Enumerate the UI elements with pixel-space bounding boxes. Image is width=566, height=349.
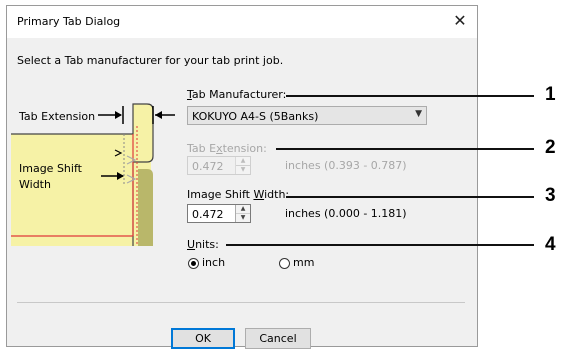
image-shift-width-range: inches (0.000 - 1.181) <box>285 207 407 220</box>
image-shift-width-value: 0.472 <box>192 208 224 221</box>
tab-illustration <box>11 103 175 246</box>
callout-number-2: 2 <box>545 137 556 158</box>
callout-number-1: 1 <box>545 84 556 105</box>
tab-ext-arrowhead-left <box>115 111 122 119</box>
illus-image-shift-label-1: Image Shift <box>19 162 82 175</box>
callout-line-2 <box>276 148 534 150</box>
tab-extension-value: 0.472 <box>192 160 224 173</box>
ok-button[interactable]: OK <box>171 328 235 349</box>
spin-up-icon[interactable]: ▲ <box>236 157 250 166</box>
cancel-button[interactable]: Cancel <box>245 328 311 349</box>
units-label: Units: <box>187 238 219 251</box>
footer-divider <box>17 302 465 303</box>
callout-number-4: 4 <box>545 234 556 255</box>
tab-ext-arrowhead-right <box>155 111 162 119</box>
inch-radio[interactable] <box>188 258 199 269</box>
tab-manufacturer-label: Tab Manufacturer: <box>187 88 287 101</box>
spin-up-icon[interactable]: ▲ <box>236 205 250 214</box>
spin-down-icon[interactable]: ▼ <box>236 214 250 222</box>
tab-extension-label: Tab Extension: <box>187 142 267 155</box>
inch-radio-label[interactable]: inch <box>202 256 225 269</box>
image-shift-width-stepper[interactable]: 0.472 ▲ ▼ <box>187 204 251 223</box>
callout-line-3 <box>286 196 534 198</box>
primary-tab-dialog: Primary Tab Dialog ✕ Select a Tab manufa… <box>6 5 478 349</box>
callout-line-1 <box>286 95 534 97</box>
tab-upper-shape <box>132 103 154 163</box>
tab-extension-spin-buttons: ▲ ▼ <box>235 157 250 174</box>
mm-radio[interactable] <box>279 258 290 269</box>
tab-extension-range: inches (0.393 - 0.787) <box>285 159 407 172</box>
tab-manufacturer-select[interactable]: KOKUYO A4-S (5Banks) ▼ <box>187 106 427 125</box>
callout-line-4 <box>226 244 534 246</box>
tab-lower-shape <box>138 169 153 246</box>
illus-tab-extension-label: Tab Extension <box>19 110 96 123</box>
illus-image-shift-label-2: Width <box>19 178 51 191</box>
tab-extension-stepper[interactable]: 0.472 ▲ ▼ <box>187 156 251 175</box>
chevron-down-icon: ▼ <box>415 109 422 119</box>
spin-down-icon[interactable]: ▼ <box>236 166 250 174</box>
tab-manufacturer-value: KOKUYO A4-S (5Banks) <box>192 110 319 123</box>
close-icon[interactable]: ✕ <box>449 10 471 32</box>
image-shift-width-label: Image Shift Width: <box>187 188 290 201</box>
callout-number-3: 3 <box>545 185 556 206</box>
mm-radio-label[interactable]: mm <box>293 256 314 269</box>
image-shift-width-spin-buttons: ▲ ▼ <box>235 205 250 222</box>
